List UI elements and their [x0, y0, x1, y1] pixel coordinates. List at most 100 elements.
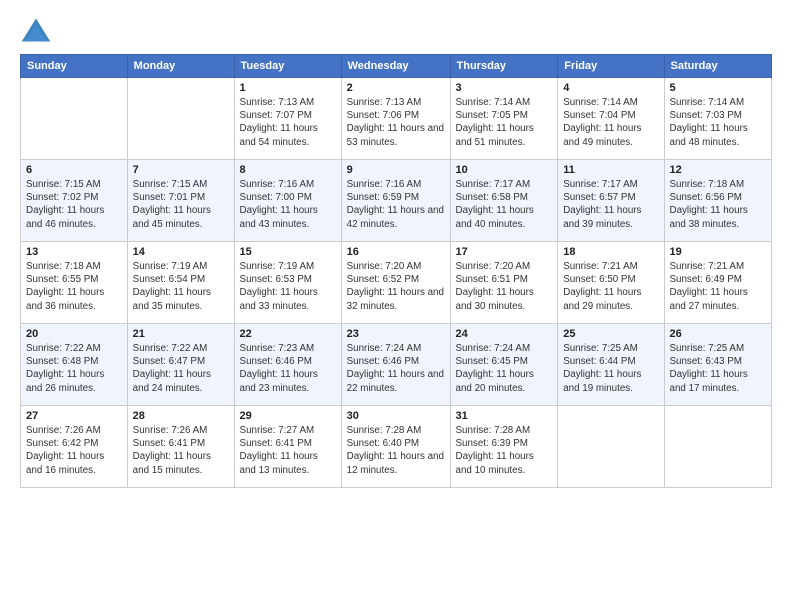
day-cell: 12Sunrise: 7:18 AM Sunset: 6:56 PM Dayli…	[664, 160, 772, 242]
day-cell: 13Sunrise: 7:18 AM Sunset: 6:55 PM Dayli…	[21, 242, 128, 324]
day-number: 3	[456, 82, 553, 94]
calendar-table: SundayMondayTuesdayWednesdayThursdayFrid…	[20, 54, 772, 488]
day-info: Sunrise: 7:26 AM Sunset: 6:41 PM Dayligh…	[133, 424, 229, 477]
day-info: Sunrise: 7:14 AM Sunset: 7:05 PM Dayligh…	[456, 96, 553, 149]
day-cell: 16 Sunrise: 7:20 AM Sunset: 6:52 PM Dayli…	[341, 242, 450, 324]
day-number: 28	[133, 410, 229, 422]
day-number: 8	[240, 164, 336, 176]
col-header-thursday: Thursday	[450, 55, 558, 78]
day-info: Sunrise: 7:17 AM Sunset: 6:57 PM Dayligh…	[563, 178, 658, 231]
day-cell	[21, 78, 128, 160]
col-header-friday: Friday	[558, 55, 664, 78]
day-cell: 10Sunrise: 7:17 AM Sunset: 6:58 PM Dayli…	[450, 160, 558, 242]
day-number: 30	[347, 410, 445, 422]
day-number: 31	[456, 410, 553, 422]
day-info: Sunrise: 7:17 AM Sunset: 6:58 PM Dayligh…	[456, 178, 553, 231]
day-cell: 1 Sunrise: 7:13 AM Sunset: 7:07 PM Daylig…	[234, 78, 341, 160]
day-cell: 3 Sunrise: 7:14 AM Sunset: 7:05 PM Daylig…	[450, 78, 558, 160]
week-row-5: 27 Sunrise: 7:26 AM Sunset: 6:42 PM Dayli…	[21, 406, 772, 488]
day-info: Sunrise: 7:24 AM Sunset: 6:45 PM Dayligh…	[456, 342, 553, 395]
day-cell: 28 Sunrise: 7:26 AM Sunset: 6:41 PM Dayli…	[127, 406, 234, 488]
day-number: 5	[670, 82, 767, 94]
day-info: Sunrise: 7:28 AM Sunset: 6:39 PM Dayligh…	[456, 424, 553, 477]
calendar-body: 1 Sunrise: 7:13 AM Sunset: 7:07 PM Daylig…	[21, 78, 772, 488]
col-header-monday: Monday	[127, 55, 234, 78]
day-info: Sunrise: 7:18 AM Sunset: 6:55 PM Dayligh…	[26, 260, 122, 313]
calendar-header: SundayMondayTuesdayWednesdayThursdayFrid…	[21, 55, 772, 78]
day-cell: 6Sunrise: 7:15 AM Sunset: 7:02 PM Daylig…	[21, 160, 128, 242]
week-row-3: 13Sunrise: 7:18 AM Sunset: 6:55 PM Dayli…	[21, 242, 772, 324]
day-cell: 26 Sunrise: 7:25 AM Sunset: 6:43 PM Dayli…	[664, 324, 772, 406]
day-info: Sunrise: 7:20 AM Sunset: 6:52 PM Dayligh…	[347, 260, 445, 313]
day-info: Sunrise: 7:14 AM Sunset: 7:04 PM Dayligh…	[563, 96, 658, 149]
col-header-saturday: Saturday	[664, 55, 772, 78]
header-row: SundayMondayTuesdayWednesdayThursdayFrid…	[21, 55, 772, 78]
day-info: Sunrise: 7:28 AM Sunset: 6:40 PM Dayligh…	[347, 424, 445, 477]
day-info: Sunrise: 7:13 AM Sunset: 7:07 PM Dayligh…	[240, 96, 336, 149]
day-number: 15	[240, 246, 336, 258]
day-cell: 11 Sunrise: 7:17 AM Sunset: 6:57 PM Dayli…	[558, 160, 664, 242]
week-row-4: 20 Sunrise: 7:22 AM Sunset: 6:48 PM Dayli…	[21, 324, 772, 406]
day-cell: 21 Sunrise: 7:22 AM Sunset: 6:47 PM Dayli…	[127, 324, 234, 406]
day-info: Sunrise: 7:21 AM Sunset: 6:49 PM Dayligh…	[670, 260, 767, 313]
day-number: 18	[563, 246, 658, 258]
day-number: 21	[133, 328, 229, 340]
day-cell	[558, 406, 664, 488]
day-cell: 27 Sunrise: 7:26 AM Sunset: 6:42 PM Dayli…	[21, 406, 128, 488]
day-info: Sunrise: 7:25 AM Sunset: 6:44 PM Dayligh…	[563, 342, 658, 395]
day-info: Sunrise: 7:16 AM Sunset: 7:00 PM Dayligh…	[240, 178, 336, 231]
logo-icon	[20, 16, 52, 44]
col-header-tuesday: Tuesday	[234, 55, 341, 78]
day-number: 16	[347, 246, 445, 258]
day-number: 26	[670, 328, 767, 340]
day-info: Sunrise: 7:23 AM Sunset: 6:46 PM Dayligh…	[240, 342, 336, 395]
day-number: 29	[240, 410, 336, 422]
page: SundayMondayTuesdayWednesdayThursdayFrid…	[0, 0, 792, 612]
day-cell: 5 Sunrise: 7:14 AM Sunset: 7:03 PM Daylig…	[664, 78, 772, 160]
col-header-sunday: Sunday	[21, 55, 128, 78]
day-cell: 14Sunrise: 7:19 AM Sunset: 6:54 PM Dayli…	[127, 242, 234, 324]
day-cell	[664, 406, 772, 488]
day-cell: 31 Sunrise: 7:28 AM Sunset: 6:39 PM Dayli…	[450, 406, 558, 488]
day-number: 9	[347, 164, 445, 176]
day-info: Sunrise: 7:16 AM Sunset: 6:59 PM Dayligh…	[347, 178, 445, 231]
day-number: 23	[347, 328, 445, 340]
day-cell: 2Sunrise: 7:13 AM Sunset: 7:06 PM Daylig…	[341, 78, 450, 160]
day-cell: 19Sunrise: 7:21 AM Sunset: 6:49 PM Dayli…	[664, 242, 772, 324]
day-number: 24	[456, 328, 553, 340]
day-number: 7	[133, 164, 229, 176]
day-number: 1	[240, 82, 336, 94]
day-cell: 4 Sunrise: 7:14 AM Sunset: 7:04 PM Daylig…	[558, 78, 664, 160]
day-info: Sunrise: 7:13 AM Sunset: 7:06 PM Dayligh…	[347, 96, 445, 149]
day-info: Sunrise: 7:19 AM Sunset: 6:53 PM Dayligh…	[240, 260, 336, 313]
week-row-2: 6Sunrise: 7:15 AM Sunset: 7:02 PM Daylig…	[21, 160, 772, 242]
day-number: 20	[26, 328, 122, 340]
day-info: Sunrise: 7:14 AM Sunset: 7:03 PM Dayligh…	[670, 96, 767, 149]
day-number: 27	[26, 410, 122, 422]
day-info: Sunrise: 7:19 AM Sunset: 6:54 PM Dayligh…	[133, 260, 229, 313]
day-number: 6	[26, 164, 122, 176]
day-info: Sunrise: 7:20 AM Sunset: 6:51 PM Dayligh…	[456, 260, 553, 313]
day-number: 4	[563, 82, 658, 94]
day-cell: 9 Sunrise: 7:16 AM Sunset: 6:59 PM Daylig…	[341, 160, 450, 242]
day-cell	[127, 78, 234, 160]
day-info: Sunrise: 7:25 AM Sunset: 6:43 PM Dayligh…	[670, 342, 767, 395]
day-cell: 22 Sunrise: 7:23 AM Sunset: 6:46 PM Dayli…	[234, 324, 341, 406]
day-cell: 23 Sunrise: 7:24 AM Sunset: 6:46 PM Dayli…	[341, 324, 450, 406]
day-info: Sunrise: 7:24 AM Sunset: 6:46 PM Dayligh…	[347, 342, 445, 395]
day-info: Sunrise: 7:26 AM Sunset: 6:42 PM Dayligh…	[26, 424, 122, 477]
week-row-1: 1 Sunrise: 7:13 AM Sunset: 7:07 PM Daylig…	[21, 78, 772, 160]
day-cell: 7 Sunrise: 7:15 AM Sunset: 7:01 PM Daylig…	[127, 160, 234, 242]
logo	[20, 16, 56, 44]
day-number: 17	[456, 246, 553, 258]
day-info: Sunrise: 7:15 AM Sunset: 7:01 PM Dayligh…	[133, 178, 229, 231]
day-number: 25	[563, 328, 658, 340]
day-cell: 29Sunrise: 7:27 AM Sunset: 6:41 PM Dayli…	[234, 406, 341, 488]
day-cell: 30 Sunrise: 7:28 AM Sunset: 6:40 PM Dayli…	[341, 406, 450, 488]
day-info: Sunrise: 7:22 AM Sunset: 6:47 PM Dayligh…	[133, 342, 229, 395]
day-number: 22	[240, 328, 336, 340]
day-info: Sunrise: 7:22 AM Sunset: 6:48 PM Dayligh…	[26, 342, 122, 395]
day-info: Sunrise: 7:21 AM Sunset: 6:50 PM Dayligh…	[563, 260, 658, 313]
day-number: 11	[563, 164, 658, 176]
day-number: 12	[670, 164, 767, 176]
